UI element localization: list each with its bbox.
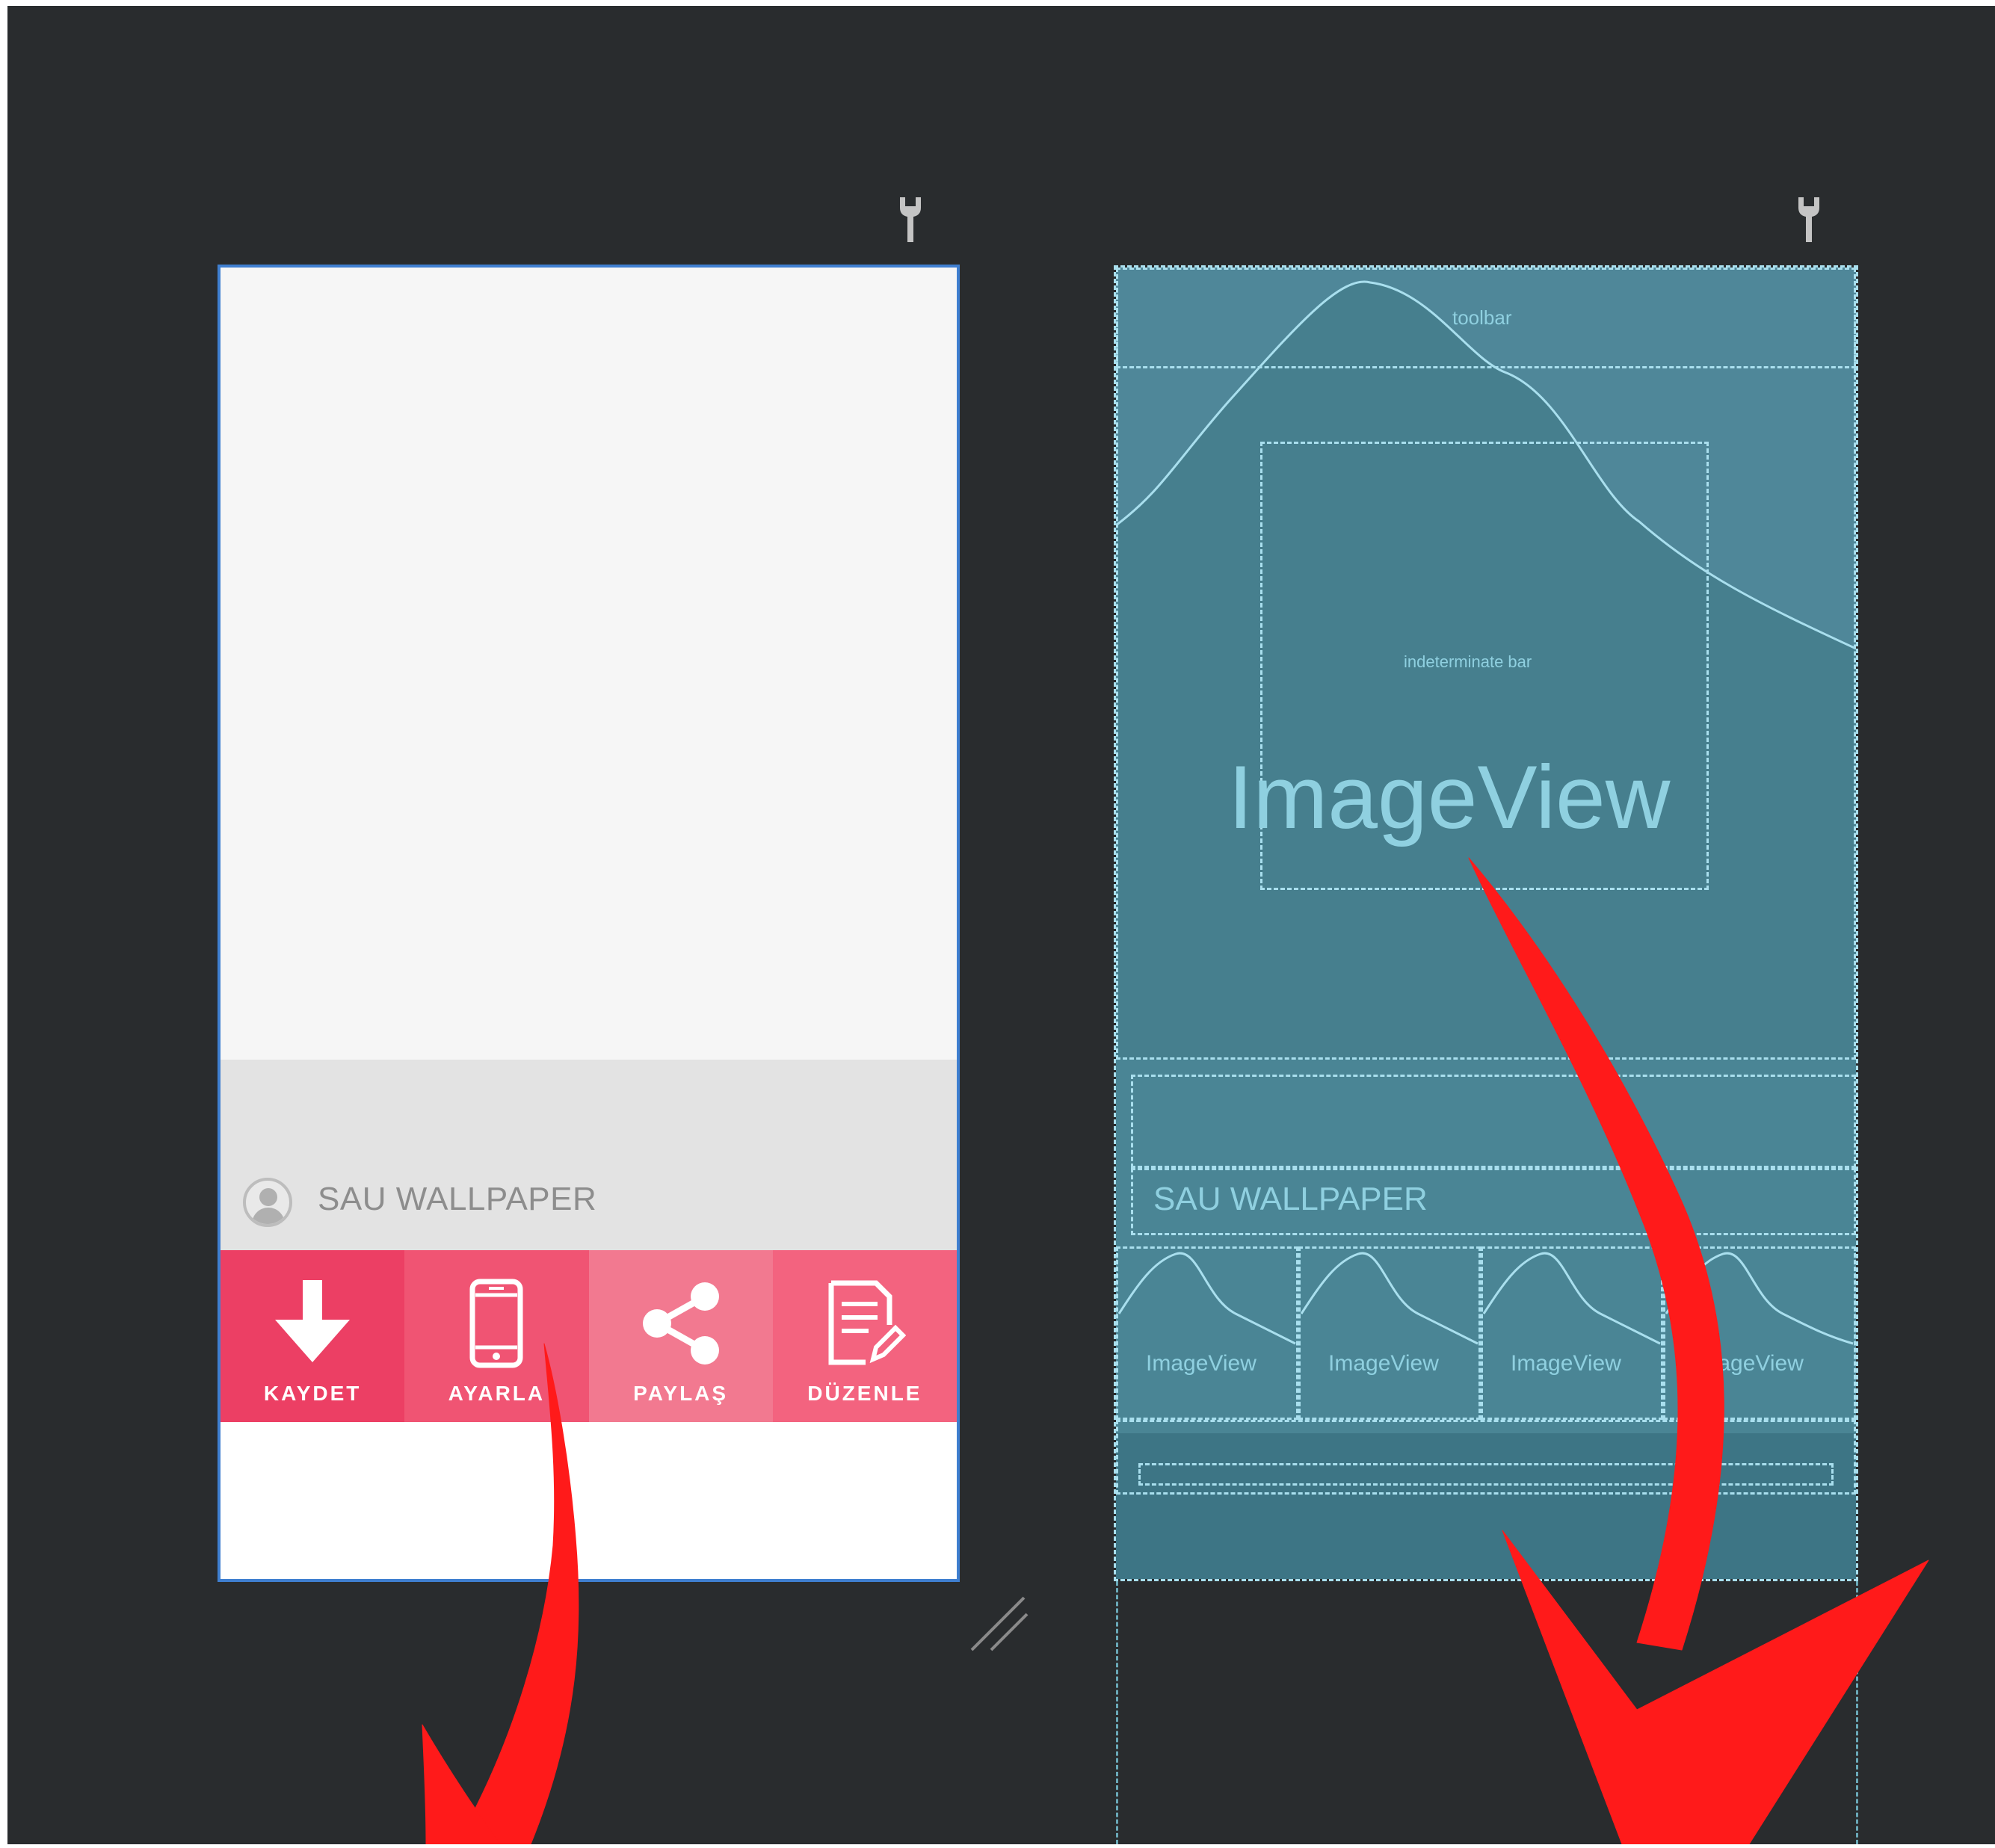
save-button[interactable]: KAYDET [221,1250,405,1422]
bottom-inner-bounds [1138,1463,1834,1486]
avatar-icon [243,1178,292,1227]
guide-line [1116,1581,1118,1844]
wrench-icon[interactable] [1794,194,1824,245]
bottom-empty-area [221,1422,957,1579]
red-arrow-head [422,1724,502,1844]
thumbnail-label: ImageView [1511,1351,1621,1376]
wallpaper-preview-area [221,268,957,1060]
action-bar: KAYDET AYARLA PAYLAŞ DÜZENLE [221,1250,957,1422]
guide-line [1856,1581,1858,1844]
thumbnail-label: ImageView [1146,1351,1256,1376]
set-wallpaper-button[interactable]: AYARLA [404,1250,589,1422]
share-label: PAYLAŞ [633,1382,729,1405]
share-icon [642,1282,719,1365]
thumbnail-bounds[interactable] [1116,1246,1298,1420]
thumbnail-bounds[interactable] [1481,1246,1663,1420]
thumbnail-bounds[interactable] [1298,1246,1481,1420]
app-title: SAU WALLPAPER [318,1181,597,1217]
title-label: SAU WALLPAPER [1153,1181,1428,1217]
edit-document-icon [828,1280,906,1365]
app-header-strip [221,1060,957,1250]
thumbnail-label: ImageView [1328,1351,1439,1376]
blueprint-preview[interactable]: toolbar indeterminate bar ImageView SAU … [1114,265,1858,1581]
edit-button[interactable]: DÜZENLE [772,1250,957,1422]
download-arrow-icon [275,1280,351,1362]
design-preview[interactable]: SAU WALLPAPER KAYDET AYARLA PAYLAŞ DÜZEN… [218,265,960,1582]
resize-handle-icon[interactable] [964,1590,1032,1657]
share-button[interactable]: PAYLAŞ [588,1250,773,1422]
set-wallpaper-label: AYARLA [448,1382,546,1405]
header-bounds [1131,1075,1856,1168]
save-label: KAYDET [263,1382,362,1405]
wrench-icon[interactable] [895,194,925,245]
layout-editor-canvas: SAU WALLPAPER KAYDET AYARLA PAYLAŞ DÜZEN… [7,6,1995,1844]
thumbnail-bounds[interactable] [1663,1246,1856,1420]
edit-label: DÜZENLE [807,1382,922,1405]
thumbnail-label: ImageView [1693,1351,1804,1376]
smartphone-icon [469,1279,523,1368]
imageview-bounds [1116,268,1856,1060]
